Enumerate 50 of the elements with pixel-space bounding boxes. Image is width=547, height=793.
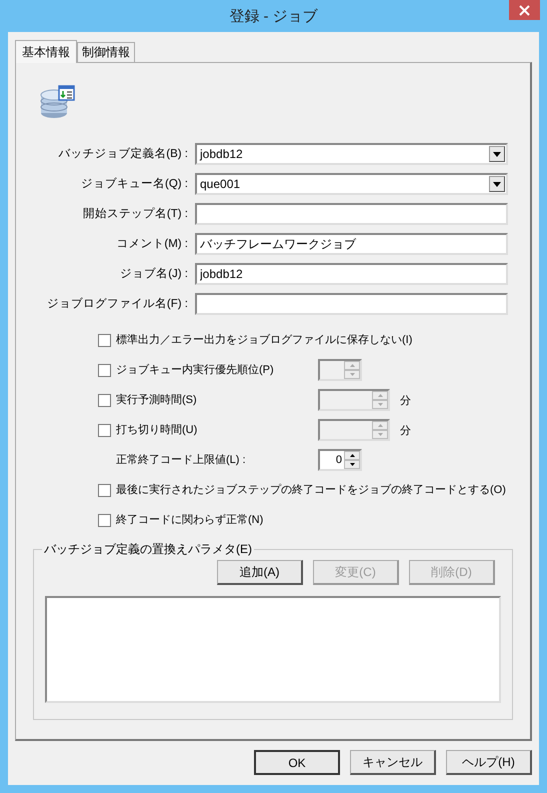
input-field[interactable]: バッチフレームワークジョブ	[195, 233, 508, 255]
close-icon	[519, 4, 530, 16]
checkbox[interactable]	[98, 424, 111, 436]
input-field[interactable]: jobdb12	[195, 263, 508, 285]
checkbox[interactable]	[98, 394, 111, 406]
checkbox-label: 実行予測時間(S)	[116, 392, 198, 408]
unit-label: 分	[399, 394, 412, 408]
field-label: ジョブキュー名(Q) :	[80, 176, 189, 192]
checkbox-label: 終了コードに関わらず正常(N)	[116, 513, 264, 528]
down-arrow-icon	[378, 403, 382, 406]
checkbox[interactable]	[98, 364, 111, 376]
dropdown[interactable]: jobdb12	[195, 143, 508, 165]
checkbox-label: 打ち切り時間(U)	[116, 423, 198, 438]
checkbox-label: 最後に実行されたジョブステップの終了コードをジョブの終了コードとする(O)	[116, 482, 507, 498]
input-field[interactable]	[195, 293, 508, 315]
caret-icon	[493, 182, 501, 186]
window-title: 登録 - ジョブ	[229, 6, 318, 26]
group-title: バッチジョブ定義の置換えパラメタ(E)	[43, 541, 253, 558]
down-arrow-icon	[350, 463, 354, 466]
up-arrow-icon	[378, 394, 382, 397]
down-arrow-icon	[350, 373, 354, 376]
field-label: ジョブログファイル名(F) :	[46, 296, 189, 312]
field-label: ジョブ名(J) :	[119, 266, 189, 282]
unit-label: 分	[399, 424, 412, 438]
up-arrow-icon	[350, 364, 354, 367]
up-arrow-icon	[378, 424, 382, 427]
checkbox[interactable]	[98, 334, 111, 346]
input-field[interactable]	[195, 203, 508, 225]
database-icon	[40, 85, 76, 119]
caret-icon	[493, 152, 501, 156]
close-button[interactable]	[509, 0, 540, 20]
field-label: 正常終了コード上限値(L) :	[116, 453, 247, 468]
spin-box[interactable]: 0	[318, 449, 362, 471]
checkbox-label: 標準出力／エラー出力をジョブログファイルに保存しない(I)	[116, 332, 414, 348]
button[interactable]: 追加(A)	[217, 560, 303, 585]
field-label: コメント(M) :	[115, 237, 189, 252]
button[interactable]: ヘルプ(H)	[446, 750, 532, 775]
tab[interactable]: 制御情報	[77, 42, 135, 62]
down-arrow-icon	[378, 433, 382, 436]
field-label: 開始ステップ名(T) :	[82, 206, 189, 222]
button[interactable]: キャンセル	[350, 750, 436, 775]
list-box[interactable]	[45, 596, 501, 703]
checkbox[interactable]	[98, 514, 111, 526]
dropdown[interactable]: que001	[195, 173, 508, 195]
tab[interactable]: 基本情報	[15, 40, 77, 63]
checkbox[interactable]	[98, 484, 111, 496]
up-arrow-icon	[350, 454, 354, 457]
field-label: バッチジョブ定義名(B) :	[57, 146, 189, 162]
checkbox-label: ジョブキュー内実行優先順位(P)	[116, 362, 275, 378]
button[interactable]: OK	[254, 750, 340, 775]
